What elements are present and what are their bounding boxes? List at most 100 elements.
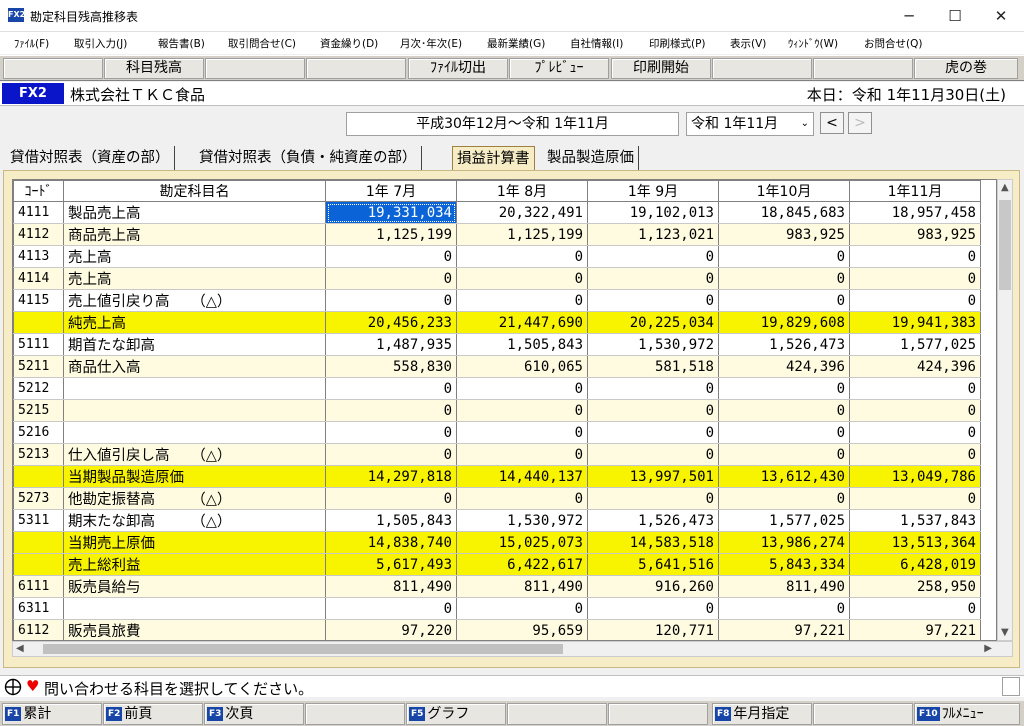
- account-name-cell[interactable]: 純売上高: [63, 311, 326, 334]
- tab-bs-assets[interactable]: 貸借対照表（資産の部）: [6, 146, 175, 170]
- amount-cell[interactable]: 0: [456, 245, 588, 268]
- amount-cell[interactable]: 5,617,493: [325, 553, 457, 576]
- amount-cell[interactable]: 1,530,972: [456, 509, 588, 532]
- f1-button[interactable]: F1 累計: [2, 703, 102, 725]
- amount-cell[interactable]: 18,845,683: [718, 201, 850, 224]
- amount-cell[interactable]: 97,221: [849, 619, 981, 640]
- f3-button[interactable]: F3 次頁: [204, 703, 304, 725]
- amount-cell[interactable]: 19,941,383: [849, 311, 981, 334]
- account-code-cell[interactable]: 4113: [13, 245, 64, 268]
- amount-cell[interactable]: 0: [849, 289, 981, 312]
- amount-cell[interactable]: 0: [587, 597, 719, 620]
- f10-button[interactable]: F10 ﾌﾙﾒﾆｭｰ: [914, 703, 1020, 725]
- account-name-cell[interactable]: 売上値引戻り高 （△）: [63, 289, 326, 312]
- menu-report[interactable]: 報告書(B): [158, 36, 205, 51]
- amount-cell[interactable]: 5,641,516: [587, 553, 719, 576]
- table-row[interactable]: 4115 売上値引戻り高 （△） 0 0 0 0 0: [13, 289, 981, 312]
- account-name-cell[interactable]: 売上総利益: [63, 553, 326, 576]
- account-name-cell[interactable]: [63, 597, 326, 620]
- amount-cell[interactable]: 1,123,021: [587, 223, 719, 246]
- prev-month-button[interactable]: <: [820, 112, 844, 134]
- account-code-cell[interactable]: 5212: [13, 377, 64, 400]
- account-name-cell[interactable]: 仕入値引戻し高 （△）: [63, 443, 326, 466]
- scroll-left-icon[interactable]: ◀: [16, 643, 24, 654]
- tora-no-maki-button[interactable]: 虎の巻: [914, 58, 1018, 79]
- scroll-down-icon[interactable]: ▼: [1001, 627, 1009, 638]
- tab-bs-liabilities[interactable]: 貸借対照表（負債・純資産の部）: [195, 146, 422, 170]
- next-month-button[interactable]: >: [848, 112, 872, 134]
- amount-cell[interactable]: 0: [456, 487, 588, 510]
- amount-cell[interactable]: 0: [718, 267, 850, 290]
- amount-cell[interactable]: 6,428,019: [849, 553, 981, 576]
- maximize-button[interactable]: ☐: [932, 0, 978, 32]
- table-row[interactable]: 5273 他勘定振替高 （△） 0 0 0 0 0: [13, 487, 981, 510]
- amount-cell[interactable]: 0: [456, 399, 588, 422]
- menu-torihiki-inquiry[interactable]: 取引問合せ(C): [228, 36, 296, 51]
- account-name-cell[interactable]: 製品売上高: [63, 201, 326, 224]
- period-select[interactable]: 令和 1年11月 ⌄: [686, 112, 814, 136]
- scroll-up-icon[interactable]: ▲: [1001, 182, 1009, 193]
- amount-cell[interactable]: 14,838,740: [325, 531, 457, 554]
- amount-cell[interactable]: 0: [587, 245, 719, 268]
- amount-cell[interactable]: 19,829,608: [718, 311, 850, 334]
- f8-button[interactable]: F8 年月指定: [712, 703, 812, 725]
- account-code-cell[interactable]: 5273: [13, 487, 64, 510]
- amount-cell[interactable]: 0: [849, 399, 981, 422]
- account-name-cell[interactable]: 期首たな卸高: [63, 333, 326, 356]
- table-row[interactable]: 5111 期首たな卸高 1,487,935 1,505,843 1,530,972 1,5…: [13, 333, 981, 356]
- f9-button[interactable]: [813, 703, 913, 725]
- menu-cashflow[interactable]: 資金繰り(D): [320, 36, 378, 51]
- amount-cell[interactable]: 19,102,013: [587, 201, 719, 224]
- preview-button[interactable]: ﾌﾟﾚﾋﾞｭｰ: [509, 58, 609, 79]
- amount-cell[interactable]: 0: [456, 597, 588, 620]
- amount-cell[interactable]: 0: [456, 377, 588, 400]
- amount-cell[interactable]: 1,537,843: [849, 509, 981, 532]
- amount-cell[interactable]: 610,065: [456, 355, 588, 378]
- amount-cell[interactable]: 5,843,334: [718, 553, 850, 576]
- table-row[interactable]: 5216 0 0 0 0 0: [13, 421, 981, 444]
- amount-cell[interactable]: 0: [718, 597, 850, 620]
- account-code-cell[interactable]: 4112: [13, 223, 64, 246]
- account-code-cell[interactable]: [13, 311, 64, 334]
- amount-cell[interactable]: 14,297,818: [325, 465, 457, 488]
- amount-cell[interactable]: 0: [849, 267, 981, 290]
- amount-cell[interactable]: 0: [718, 245, 850, 268]
- amount-cell[interactable]: 13,513,364: [849, 531, 981, 554]
- amount-cell[interactable]: 6,422,617: [456, 553, 588, 576]
- amount-cell[interactable]: 0: [456, 421, 588, 444]
- amount-cell[interactable]: 0: [849, 377, 981, 400]
- f2-button[interactable]: F2 前頁: [103, 703, 203, 725]
- account-code-cell[interactable]: 6111: [13, 575, 64, 598]
- horizontal-scrollbar[interactable]: ◀ ▶: [12, 641, 1013, 657]
- amount-cell[interactable]: 0: [718, 421, 850, 444]
- amount-cell[interactable]: 558,830: [325, 355, 457, 378]
- amount-cell[interactable]: 13,612,430: [718, 465, 850, 488]
- amount-cell[interactable]: 0: [587, 289, 719, 312]
- table-row[interactable]: 6112 販売員旅費 97,220 95,659 120,771 97,221 97,221: [13, 619, 981, 640]
- amount-cell[interactable]: 15,025,073: [456, 531, 588, 554]
- scroll-right-icon[interactable]: ▶: [984, 643, 992, 654]
- account-code-cell[interactable]: 5111: [13, 333, 64, 356]
- menu-monthly-yearly[interactable]: 月次･年次(E): [400, 36, 462, 51]
- account-name-cell[interactable]: 売上高: [63, 267, 326, 290]
- account-name-cell[interactable]: [63, 377, 326, 400]
- amount-cell[interactable]: 1,125,199: [456, 223, 588, 246]
- table-row[interactable]: 売上総利益 5,617,493 6,422,617 5,641,516 5,843,33…: [13, 553, 981, 576]
- table-row[interactable]: 5211 商品仕入高 558,830 610,065 581,518 424,396 424…: [13, 355, 981, 378]
- file-export-button[interactable]: ﾌｧｲﾙ切出: [408, 58, 508, 79]
- table-row[interactable]: 6311 0 0 0 0 0: [13, 597, 981, 620]
- account-code-cell[interactable]: 6311: [13, 597, 64, 620]
- amount-cell[interactable]: 983,925: [718, 223, 850, 246]
- amount-cell[interactable]: 19,331,034: [325, 201, 457, 224]
- menu-latest-results[interactable]: 最新業績(G): [487, 36, 545, 51]
- account-name-cell[interactable]: [63, 421, 326, 444]
- amount-cell[interactable]: 1,577,025: [718, 509, 850, 532]
- table-row[interactable]: 5215 0 0 0 0 0: [13, 399, 981, 422]
- account-code-cell[interactable]: 4111: [13, 201, 64, 224]
- account-name-cell[interactable]: [63, 399, 326, 422]
- table-row[interactable]: 5213 仕入値引戻し高 （△） 0 0 0 0 0: [13, 443, 981, 466]
- amount-cell[interactable]: 0: [849, 245, 981, 268]
- account-code-cell[interactable]: 5213: [13, 443, 64, 466]
- amount-cell[interactable]: 13,049,786: [849, 465, 981, 488]
- amount-cell[interactable]: 1,577,025: [849, 333, 981, 356]
